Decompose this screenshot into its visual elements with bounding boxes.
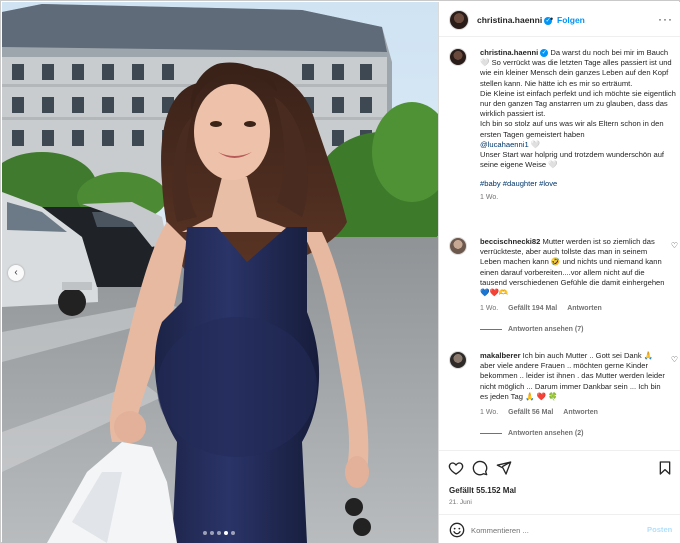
comment-text: Mutter werden ist so ziemlich das verrüc… <box>480 237 665 298</box>
view-replies-button[interactable]: Antworten ansehen (7) <box>480 326 677 333</box>
carousel-dot[interactable] <box>210 531 214 535</box>
carousel-dot[interactable] <box>203 531 207 535</box>
commenter-avatar[interactable] <box>449 351 467 369</box>
comment-likes-count[interactable]: Gefällt 56 Mal <box>508 408 553 418</box>
hashtags-link[interactable]: #baby #daughter #love <box>480 179 677 189</box>
carousel-dot[interactable] <box>231 531 235 535</box>
add-comment-bar: Posten <box>439 514 680 543</box>
comment-like-heart-icon[interactable]: ♡ <box>671 355 678 364</box>
author-avatar[interactable] <box>449 10 469 30</box>
mention-suffix: 🤍 <box>528 139 541 149</box>
post-comment-button[interactable]: Posten <box>647 525 672 534</box>
carousel-dots <box>203 531 235 535</box>
comments-scroll-area[interactable]: christina.haenni ✓ Da warst du noch bei m… <box>439 38 680 450</box>
instagram-post-window: ‹ christina.haenni ✓ • Folgen ··· christi… <box>0 0 680 543</box>
commenter-username[interactable]: makalberer <box>480 351 521 360</box>
comment-like-heart-icon[interactable]: ♡ <box>671 241 678 250</box>
author-username[interactable]: christina.haenni ✓ <box>477 15 553 25</box>
reply-button[interactable]: Antworten <box>567 304 602 314</box>
commenter-username[interactable]: beccischnecki82 <box>480 237 540 246</box>
caption-timestamp[interactable]: 1 Wo. <box>480 193 677 203</box>
comment-item: ♡ makalberer Ich bin auch Mutter .. Gott… <box>449 351 678 437</box>
header-separator: • <box>550 14 554 24</box>
post-side-panel: christina.haenni ✓ • Folgen ··· christina… <box>438 2 680 543</box>
caption-line-3: Ich bin so stolz auf uns was wir als Elt… <box>480 119 664 139</box>
carousel-dot[interactable] <box>217 531 221 535</box>
comment-input[interactable] <box>471 523 636 537</box>
more-options-icon[interactable]: ··· <box>658 12 673 26</box>
view-replies-button[interactable]: Antworten ansehen (2) <box>480 430 677 437</box>
follow-button[interactable]: Folgen <box>557 15 585 25</box>
comment-likes-count[interactable]: Gefällt 194 Mal <box>508 304 557 314</box>
post-photo[interactable]: ‹ <box>2 2 438 543</box>
post-likes-count[interactable]: Gefällt 55.152 Mal <box>449 486 516 495</box>
replies-line <box>480 433 502 435</box>
carousel-dot-active[interactable] <box>224 531 228 535</box>
mention-link[interactable]: @lucahaenni1 <box>480 140 529 149</box>
share-paper-plane-icon[interactable] <box>496 460 512 476</box>
verified-badge-icon: ✓ <box>540 49 549 57</box>
emoji-smiley-icon[interactable] <box>449 522 465 538</box>
save-bookmark-icon[interactable] <box>657 460 673 476</box>
comment-item: ♡ beccischnecki82 Mutter werden ist so z… <box>449 237 678 333</box>
carousel-prev-button[interactable]: ‹ <box>8 265 24 281</box>
post-actions: Gefällt 55.152 Mal 21. Juni Posten <box>439 450 680 543</box>
caption-username[interactable]: christina.haenni <box>480 48 538 57</box>
photo-scene <box>2 2 438 543</box>
comment-time[interactable]: 1 Wo. <box>480 408 498 418</box>
comment-time[interactable]: 1 Wo. <box>480 304 498 314</box>
caption-line-2: Die Kleine ist einfach perfekt und ich m… <box>480 88 676 119</box>
post-date[interactable]: 21. Juni <box>449 499 472 506</box>
caption-closing: Unser Start war holprig und trotzdem wun… <box>480 150 665 170</box>
comment-bubble-icon[interactable] <box>472 460 488 476</box>
caption-avatar[interactable] <box>449 48 467 66</box>
replies-line <box>480 329 502 331</box>
like-heart-icon[interactable] <box>448 460 464 476</box>
commenter-avatar[interactable] <box>449 237 467 255</box>
post-caption: christina.haenni ✓ Da warst du noch bei m… <box>449 48 677 203</box>
post-header: christina.haenni ✓ • Folgen ··· <box>439 2 680 37</box>
reply-button[interactable]: Antworten <box>563 408 598 418</box>
